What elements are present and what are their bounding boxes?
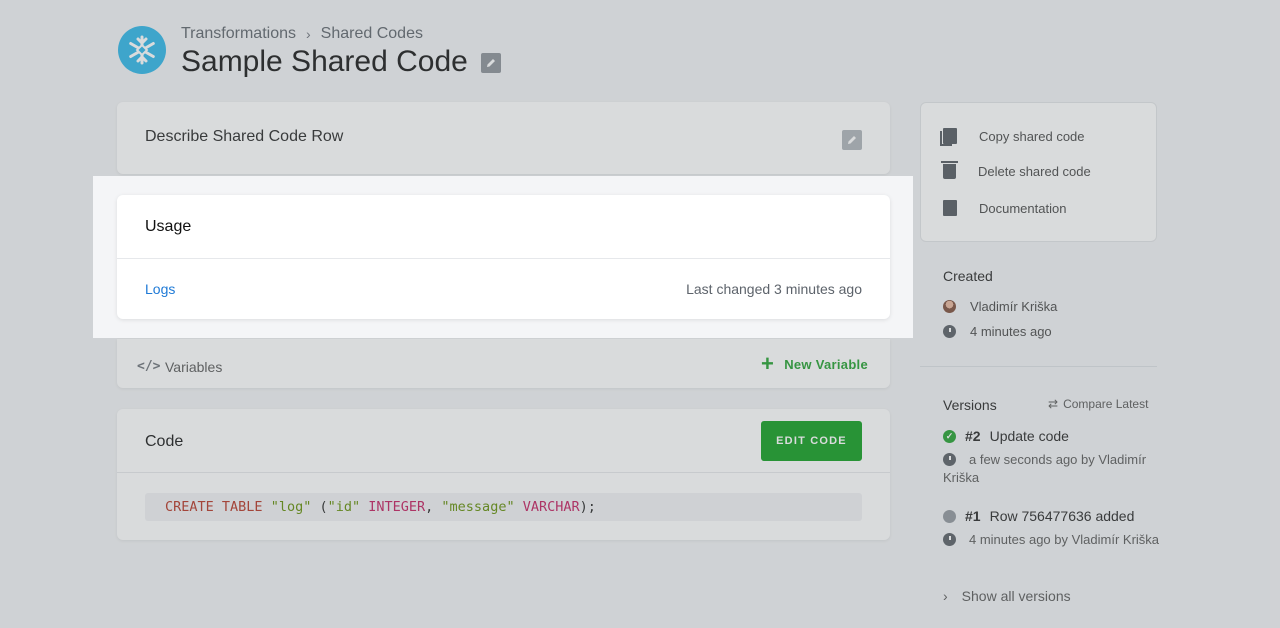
version-title: Update code	[989, 428, 1069, 444]
describe-card: Describe Shared Code Row	[117, 102, 890, 174]
version-item[interactable]: #1 Row 756477636 added	[943, 508, 1134, 524]
code-token: "log"	[270, 499, 312, 515]
new-variable-label: New Variable	[784, 356, 868, 372]
avatar	[943, 300, 956, 313]
clock-icon	[943, 325, 956, 338]
compare-latest-label: Compare Latest	[1063, 397, 1149, 411]
edit-code-button[interactable]: EDIT CODE	[761, 421, 862, 461]
created-author: Vladimír Kriška	[943, 299, 1057, 314]
swap-arrows-icon: ⇄	[1048, 397, 1059, 411]
divider	[117, 258, 890, 259]
pencil-icon[interactable]	[842, 130, 862, 150]
clock-icon	[943, 533, 956, 546]
code-editor[interactable]: CREATE TABLE "log" ("id" INTEGER, "messa…	[145, 493, 862, 521]
chevron-right-icon: ›	[306, 26, 311, 42]
created-author-name: Vladimír Kriška	[970, 299, 1058, 314]
version-meta-text: 4 minutes ago by Vladimír Kriška	[969, 532, 1160, 547]
version-meta: 4 minutes ago by Vladimír Kriška	[943, 531, 1163, 549]
version-item[interactable]: ✓ #2 Update code	[943, 428, 1069, 444]
created-title: Created	[943, 268, 993, 284]
breadcrumb-transformations[interactable]: Transformations	[181, 25, 296, 43]
pencil-icon[interactable]	[481, 53, 501, 73]
divider	[117, 472, 890, 473]
page-title: Sample Shared Code	[181, 45, 468, 78]
new-variable-button[interactable]: + New Variable	[761, 351, 868, 376]
version-meta-text: a few seconds ago by Vladimír Kriška	[943, 452, 1147, 485]
code-icon: </>	[137, 359, 161, 374]
version-number: #2	[965, 428, 981, 444]
version-title: Row 756477636 added	[989, 508, 1135, 524]
trash-icon	[941, 161, 958, 179]
version-meta: a few seconds ago by Vladimír Kriška	[943, 451, 1163, 487]
describe-title: Describe Shared Code Row	[145, 128, 344, 145]
actions-panel: Copy shared code Delete shared code Docu…	[920, 102, 1157, 242]
created-time-text: 4 minutes ago	[970, 324, 1052, 339]
code-card: Code EDIT CODE CREATE TABLE "log" ("id" …	[117, 409, 890, 540]
code-token: ,	[425, 499, 442, 515]
chevron-right-icon: ›	[943, 588, 948, 604]
breadcrumb-shared-codes[interactable]: Shared Codes	[321, 25, 423, 43]
compare-latest-button[interactable]: ⇄ Compare Latest	[1048, 397, 1148, 411]
code-token: "id"	[327, 499, 361, 515]
documentation-action[interactable]: Documentation	[943, 200, 1066, 216]
usage-title: Usage	[145, 218, 192, 235]
code-token: VARCHAR	[522, 499, 580, 515]
code-title: Code	[145, 433, 184, 450]
plus-icon: +	[761, 351, 775, 376]
show-all-versions-link[interactable]: › Show all versions	[943, 588, 1071, 604]
spotlight-highlight: Usage Logs Last changed 3 minutes ago	[93, 176, 913, 338]
code-token: );	[579, 499, 596, 515]
document-icon	[943, 200, 957, 216]
action-label: Copy shared code	[979, 128, 1085, 144]
code-token: "message"	[441, 499, 515, 515]
show-all-versions-label: Show all versions	[961, 588, 1071, 604]
delete-shared-code-action[interactable]: Delete shared code	[941, 161, 1091, 179]
usage-card: Usage Logs Last changed 3 minutes ago	[117, 195, 890, 319]
action-label: Documentation	[979, 200, 1067, 216]
variables-label: Variables	[165, 359, 223, 375]
created-time: 4 minutes ago	[943, 324, 1052, 339]
status-dot-icon	[943, 509, 956, 523]
snowflake-logo-icon	[118, 26, 166, 74]
divider	[920, 366, 1157, 367]
code-token: CREATE TABLE	[165, 499, 263, 515]
breadcrumb: Transformations › Shared Codes	[181, 25, 423, 43]
code-token: (	[311, 499, 328, 515]
action-label: Delete shared code	[978, 164, 1091, 179]
copy-shared-code-action[interactable]: Copy shared code	[940, 128, 1085, 146]
variables-card: </> Variables + New Variable	[117, 339, 890, 388]
versions-title: Versions	[943, 397, 997, 413]
last-changed-text: Last changed 3 minutes ago	[686, 281, 862, 297]
check-circle-icon: ✓	[943, 429, 956, 443]
logs-link[interactable]: Logs	[145, 281, 175, 297]
clock-icon	[943, 453, 956, 466]
copy-icon	[940, 128, 957, 146]
version-number: #1	[965, 508, 981, 524]
code-token: INTEGER	[368, 499, 426, 515]
